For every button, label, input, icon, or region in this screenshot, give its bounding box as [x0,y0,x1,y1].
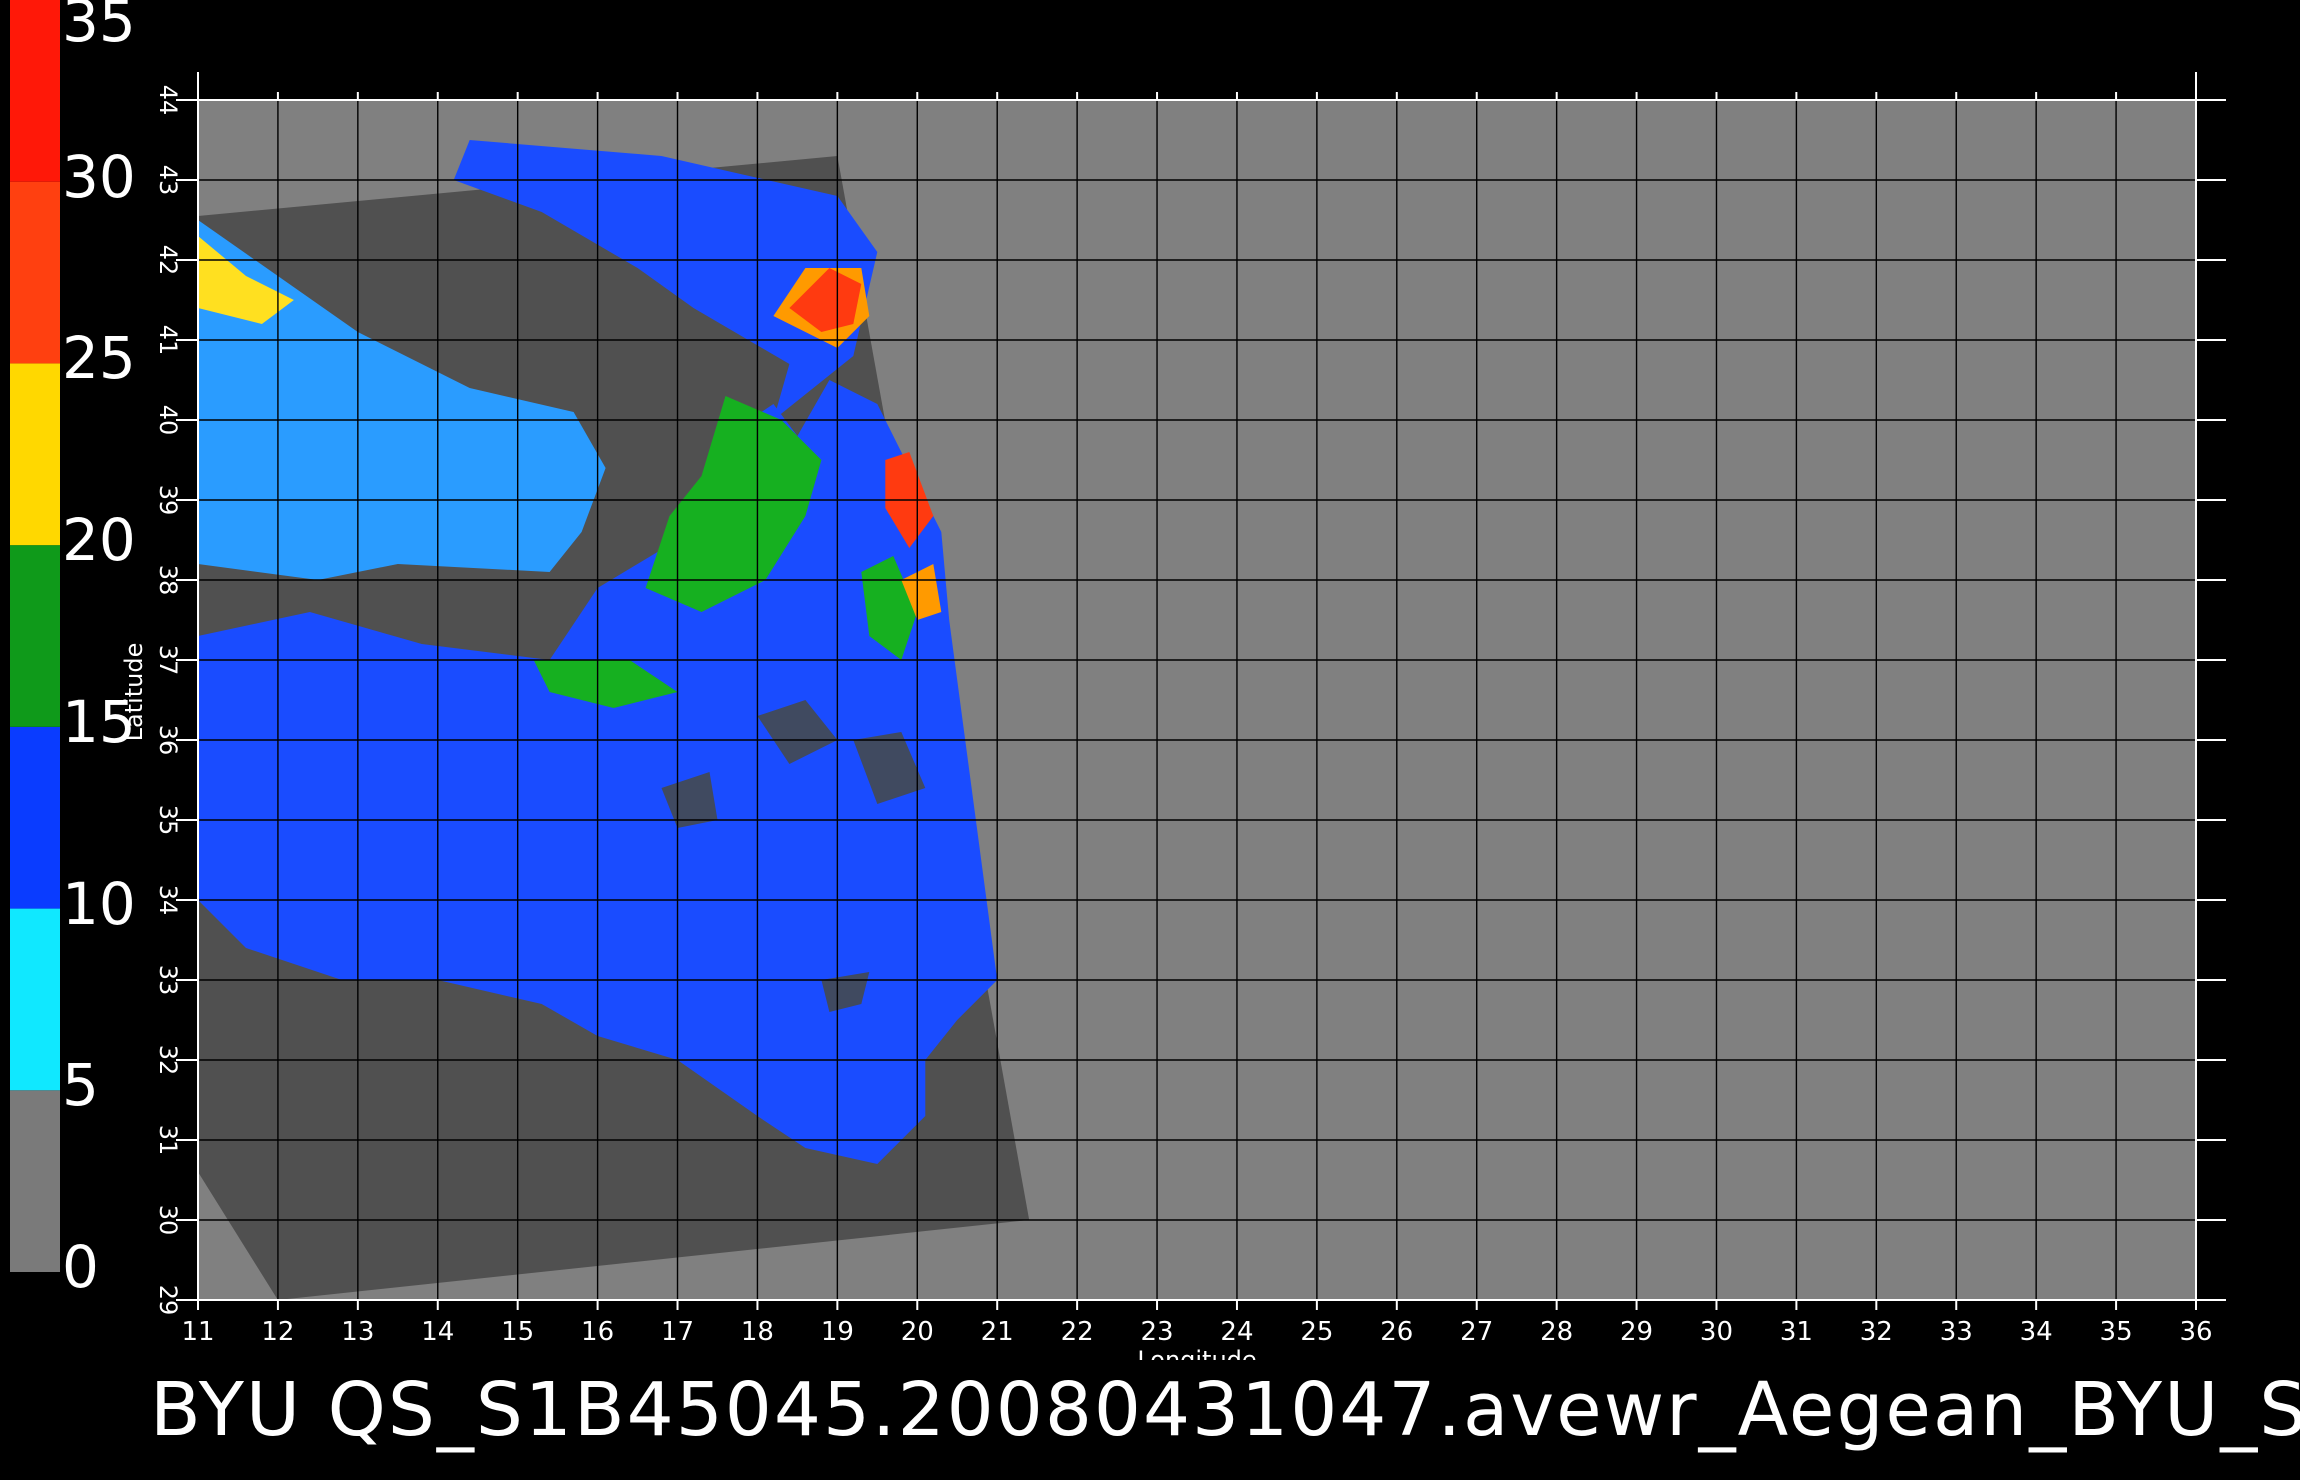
latitude-tick-label: 37 [154,645,182,676]
latitude-tick-label: 32 [154,1045,182,1076]
latitude-tick-label: 41 [154,325,182,356]
latitude-tick-label: 40 [154,405,182,436]
latitude-tick-label: 31 [154,1125,182,1156]
longitude-tick-label: 14 [421,1317,454,1347]
longitude-tick-label: 26 [1380,1317,1413,1347]
longitude-tick-label: 20 [901,1317,934,1347]
latitude-tick-label: 30 [154,1205,182,1236]
latitude-tick-label: 44 [154,85,182,116]
latitude-tick-label: 34 [154,885,182,916]
longitude-tick-label: 17 [661,1317,694,1347]
latitude-tick-label: 43 [154,165,182,196]
longitude-tick-label: 25 [1300,1317,1333,1347]
longitude-tick-label: 35 [2100,1317,2133,1347]
longitude-tick-label: 32 [1860,1317,1893,1347]
latitude-tick-label: 29 [154,1285,182,1316]
latitude-tick-label: 35 [154,805,182,836]
longitude-tick-label: 33 [1940,1317,1973,1347]
latitude-tick-label: 38 [154,565,182,596]
longitude-tick-label: 21 [981,1317,1014,1347]
wind-speed-map: 11 12 13 14 15 16 17 18 19 20 21 22 23 24 25 26 27 28 29 30… [120,72,2226,1360]
longitude-tick-label: 30 [1700,1317,1733,1347]
longitude-tick-label: 28 [1540,1317,1573,1347]
longitude-tick-label: 18 [741,1317,774,1347]
longitude-tick-label: 24 [1220,1317,1253,1347]
longitude-tick-label: 22 [1061,1317,1094,1347]
longitude-tick-label: 34 [2020,1317,2053,1347]
longitude-tick-label: 23 [1140,1317,1173,1347]
longitude-tick-label: 31 [1780,1317,1813,1347]
longitude-tick-label: 19 [821,1317,854,1347]
longitude-tick-label: 36 [2179,1317,2212,1347]
latitude-tick-label: 42 [154,245,182,276]
latitude-tick-label: 39 [154,485,182,516]
y-axis-title: Latitude [120,643,148,742]
longitude-tick-label: 11 [181,1317,214,1347]
longitude-tick-label: 12 [261,1317,294,1347]
latitude-tick-label: 36 [154,725,182,756]
wind-map-figure: 35 30 25 20 15 10 5 0 11 12 13 14 15 16 17 18 19 20 21 22 2… [0,0,2300,1480]
longitude-tick-label: 15 [501,1317,534,1347]
figure-caption: BYU QS_S1B45045.20080431047.avewr_Aegean… [150,1367,2300,1453]
longitude-tick-label: 13 [341,1317,374,1347]
latitude-tick-label: 33 [154,965,182,996]
longitude-tick-label: 27 [1460,1317,1493,1347]
longitude-tick-label: 16 [581,1317,614,1347]
longitude-tick-label: 29 [1620,1317,1653,1347]
x-axis-title: Longitude [1137,1346,1256,1360]
